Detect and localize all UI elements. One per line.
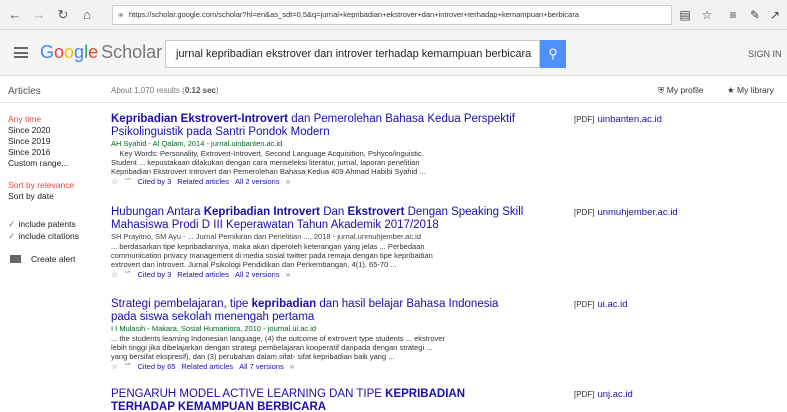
result-item: PENGARUH MODEL ACTIVE LEARNING DAN TIPE … [111, 388, 531, 412]
share-icon[interactable]: ↗ [766, 6, 784, 24]
filter-since-2016[interactable]: Since 2016 [8, 147, 108, 158]
include-citations-checkbox[interactable]: ✓ include citations [8, 230, 108, 242]
reload-icon[interactable]: ↻ [54, 6, 72, 24]
result-snippet: Kepribadian Ekstrovert Introvert dan Pem… [111, 167, 426, 176]
result-snippet: ... the students learning Indonesian lan… [111, 334, 445, 343]
related-articles-link[interactable]: Related articles [181, 362, 233, 372]
menu-icon[interactable] [14, 47, 28, 58]
my-library-link[interactable]: ★ My library [727, 85, 774, 96]
pdf-link[interactable]: [PDF] uinbanten.ac.id [574, 114, 662, 125]
more-icon[interactable]: » [286, 270, 290, 280]
filter-any-time[interactable]: Any time [8, 114, 108, 125]
result-snippet: Key Words: Personality, Extrovert-Introv… [119, 149, 424, 158]
result-item: Strategi pembelajaran, tipe kepribadian … [111, 298, 531, 372]
cited-by-link[interactable]: Cited by 3 [138, 270, 172, 280]
more-icon[interactable]: » [290, 362, 294, 372]
results-subheader: Articles About 1,070 results (0.12 sec) … [0, 77, 787, 103]
result-meta: I I Mulasih - Makara, Sosial Humaniora, … [111, 324, 317, 333]
more-icon[interactable]: » [286, 177, 290, 187]
home-icon[interactable]: ⌂ [78, 6, 96, 24]
filter-custom-range[interactable]: Custom range... [8, 158, 108, 169]
google-scholar-logo[interactable]: Google Scholar [40, 42, 162, 63]
filter-since-2019[interactable]: Since 2019 [8, 136, 108, 147]
cited-by-link[interactable]: Cited by 3 [138, 177, 172, 187]
result-snippet: extrovert dan introvert. Jurnal Psikolog… [111, 260, 397, 269]
result-snippet: lebih tinggi jika dibelajarkan dengan st… [111, 343, 433, 352]
envelope-icon [10, 255, 21, 263]
cite-quote-icon[interactable]: “” [125, 270, 130, 280]
check-icon: ✓ [8, 219, 16, 229]
related-articles-link[interactable]: Related articles [177, 270, 229, 280]
scholar-header: Google Scholar jurnal kepribadian ekstrov… [0, 30, 787, 76]
result-snippet: communication privacy management di medi… [111, 251, 433, 260]
result-actions: ☆ “” Cited by 3 Related articles All 2 v… [111, 270, 531, 280]
search-icon: ⚲ [548, 46, 558, 61]
url-text: https://scholar.google.com/scholar?hl=en… [129, 10, 579, 19]
result-count: About 1,070 results (0.12 sec) [111, 86, 219, 95]
pen-icon[interactable]: ✎ [746, 6, 764, 24]
library-star-icon: ★ [727, 85, 735, 95]
back-icon[interactable]: ← [6, 6, 24, 24]
favorites-icon[interactable]: ≡ [724, 6, 742, 24]
result-snippet: ... berdasarkan tipe kepribadiannya, mak… [111, 242, 425, 251]
result-title[interactable]: PENGARUH MODEL ACTIVE LEARNING DAN TIPE … [111, 388, 531, 412]
cite-quote-icon[interactable]: “” [125, 362, 130, 372]
sort-by-relevance[interactable]: Sort by relevance [8, 180, 108, 191]
sign-in-button[interactable]: SIGN IN [748, 49, 782, 59]
sort-by-date[interactable]: Sort by date [8, 191, 108, 202]
reader-icon[interactable]: ▤ [676, 6, 694, 24]
all-versions-link[interactable]: All 2 versions [235, 270, 280, 280]
result-meta: AH Syahid - Al Qalam, 2014 - jurnal.uinb… [111, 139, 283, 148]
related-articles-link[interactable]: Related articles [177, 177, 229, 187]
result-title[interactable]: Kepribadian Ekstrovert-Introvert dan Pem… [111, 113, 531, 138]
result-title[interactable]: Hubungan Antara Kepribadian Introvert Da… [111, 206, 531, 231]
save-star-icon[interactable]: ☆ [111, 177, 118, 187]
my-profile-link[interactable]: ⛨ My profile [658, 85, 704, 96]
result-snippet: yang bersifat ekspresif), dan (3) peruba… [111, 352, 395, 361]
check-icon: ✓ [8, 231, 16, 241]
pdf-link[interactable]: [PDF] unj.ac.id [574, 389, 633, 400]
cite-quote-icon[interactable]: “” [125, 177, 130, 187]
result-item: Hubungan Antara Kepribadian Introvert Da… [111, 206, 531, 280]
filter-sidebar: Any time Since 2020 Since 2019 Since 201… [8, 114, 108, 264]
filter-since-2020[interactable]: Since 2020 [8, 125, 108, 136]
save-star-icon[interactable]: ☆ [111, 270, 118, 280]
result-actions: ☆ “” Cited by 3 Related articles All 2 v… [111, 177, 531, 187]
pdf-link[interactable]: [PDF] ui.ac.id [574, 299, 628, 310]
result-actions: ☆ “” Cited by 65 Related articles All 7 … [111, 362, 531, 372]
address-bar[interactable]: ⚭ https://scholar.google.com/scholar?hl=… [112, 5, 672, 25]
save-star-icon[interactable]: ☆ [111, 362, 118, 372]
forward-icon[interactable]: → [30, 6, 48, 24]
cited-by-link[interactable]: Cited by 65 [138, 362, 176, 372]
include-patents-checkbox[interactable]: ✓ include patents [8, 218, 108, 230]
search-button[interactable]: ⚲ [540, 40, 566, 68]
all-versions-link[interactable]: All 7 versions [239, 362, 284, 372]
result-meta: SH Prayitno, SM Ayu - ... Jurnal Pemikir… [111, 232, 422, 241]
browser-toolbar: ← → ↻ ⌂ ⚭ https://scholar.google.com/sch… [0, 0, 787, 30]
search-input[interactable]: jurnal kepribadian ekstrover dan introve… [165, 40, 540, 68]
star-icon[interactable]: ☆ [698, 6, 716, 24]
articles-label: Articles [8, 86, 41, 97]
lock-icon: ⚭ [117, 10, 125, 20]
result-item: Kepribadian Ekstrovert-Introvert dan Pem… [111, 113, 531, 187]
pdf-link[interactable]: [PDF] unmuhjember.ac.id [574, 207, 678, 218]
result-snippet: Student ... kepustakaan dilakukan dengan… [111, 158, 420, 167]
create-alert-link[interactable]: Create alert [8, 254, 108, 264]
profile-icon: ⛨ [658, 85, 665, 95]
result-title[interactable]: Strategi pembelajaran, tipe kepribadian … [111, 298, 531, 323]
all-versions-link[interactable]: All 2 versions [235, 177, 280, 187]
